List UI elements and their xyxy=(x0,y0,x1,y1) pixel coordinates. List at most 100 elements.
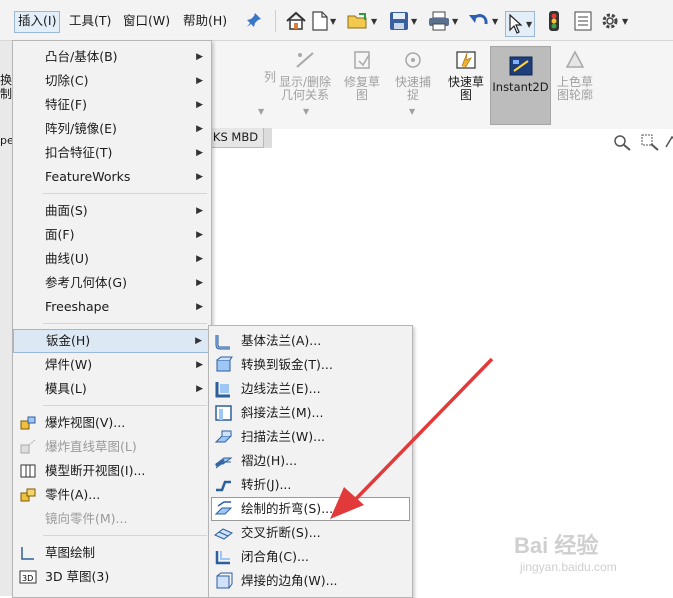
closed-corner-icon xyxy=(215,551,230,565)
sketched-bend-icon xyxy=(214,501,233,515)
gear-icon xyxy=(602,13,618,29)
menu-item-pattern-mirror[interactable]: 阵列/镜像(E) ▶ xyxy=(13,117,211,141)
menu-item-curve[interactable]: 曲线(U) ▶ xyxy=(13,247,211,271)
menu-item-weldments[interactable]: 焊件(W) ▶ xyxy=(13,353,211,377)
list-options-button[interactable] xyxy=(574,8,592,34)
model-break-view-icon xyxy=(20,464,36,478)
submenu-arrow-icon: ▶ xyxy=(196,302,203,312)
menu-item-part[interactable]: 零件(A)... xyxy=(13,483,211,507)
print-icon xyxy=(429,11,449,31)
traffic-light-button[interactable] xyxy=(548,8,560,34)
rapid-sketch-icon xyxy=(456,51,476,69)
rapid-sketch-label: 快速草图 xyxy=(447,75,484,102)
swept-flange-icon xyxy=(214,430,233,443)
zoom-area-icon[interactable] xyxy=(640,133,660,151)
menu-item-cut[interactable]: 切除(C) ▶ xyxy=(13,69,211,93)
repair-sketch-icon xyxy=(354,51,370,69)
jog-icon xyxy=(216,480,231,492)
menu-separator xyxy=(43,405,207,406)
convert-to-sheet-metal-icon xyxy=(216,356,233,372)
new-document-button[interactable]: ▼ xyxy=(312,8,336,34)
insert-dropdown-menu: 凸台/基体(B) ▶ 切除(C) ▶ 特征(F) ▶ 阵列/镜像(E) ▶ 扣合特征(T… xyxy=(12,40,212,598)
menu-item-sketch[interactable]: 草图绘制 xyxy=(13,541,211,565)
menu-item-3d-sketch[interactable]: 3D 3D 草图(3) xyxy=(13,565,211,589)
array-partial: 列 xyxy=(264,70,277,84)
save-icon xyxy=(390,12,408,30)
list-options-icon xyxy=(574,11,592,31)
menu-item-face[interactable]: 面(F) ▶ xyxy=(13,223,211,247)
show-delete-relations-button[interactable]: 显示/删除几何关系 xyxy=(276,49,334,102)
pin-icon[interactable] xyxy=(246,12,262,28)
menu-item-fastening-feature[interactable]: 扣合特征(T) ▶ xyxy=(13,141,211,165)
view-orientation-icon[interactable] xyxy=(664,133,673,151)
baidu-watermark: Bai 经验 xyxy=(514,533,599,558)
open-folder-button[interactable]: ▼ xyxy=(347,8,377,34)
menu-item-features[interactable]: 特征(F) ▶ xyxy=(13,93,211,117)
save-button[interactable]: ▼ xyxy=(389,8,417,34)
hem-icon xyxy=(214,457,233,469)
select-button[interactable]: ▼ xyxy=(505,11,536,37)
home-button[interactable] xyxy=(285,8,307,34)
miter-flange-icon xyxy=(215,405,232,421)
undo-button[interactable]: ▼ xyxy=(468,8,498,34)
welded-corner-icon xyxy=(216,572,233,589)
exploded-view-icon xyxy=(20,416,36,430)
submenu-arrow-icon: ▶ xyxy=(196,52,203,62)
menu-window[interactable]: 窗口(W) xyxy=(120,11,173,31)
submenu-item-welded-corner[interactable]: 焊接的边角(W)... xyxy=(209,569,412,593)
part-icon xyxy=(20,488,36,502)
menu-tools[interactable]: 工具(T) xyxy=(66,11,114,31)
menu-item-mirror-part: 镜向零件(M)... xyxy=(45,511,128,526)
menu-item-exploded-view[interactable]: 爆炸视图(V)... xyxy=(13,411,211,435)
tab-mbd[interactable]: KS MBD xyxy=(207,128,264,148)
svg-text:3D: 3D xyxy=(22,574,33,583)
submenu-item-closed-corner[interactable]: 闭合角(C)... xyxy=(209,545,412,569)
submenu-arrow-icon: ▶ xyxy=(196,254,203,264)
rapid-sketch-button[interactable]: 快速草图 xyxy=(446,49,486,102)
open-folder-icon xyxy=(347,13,367,29)
sketch-icon xyxy=(21,547,34,560)
instant2d-label: Instant2D xyxy=(492,80,549,94)
relations-icon xyxy=(296,52,314,68)
menu-item-surface[interactable]: 曲面(S) ▶ xyxy=(13,199,211,223)
new-document-icon xyxy=(312,11,328,31)
menu-item-reference-geometry[interactable]: 参考几何体(G) ▶ xyxy=(13,271,211,295)
menu-item-explode-line-sketch: 爆炸直线草图(L) xyxy=(13,435,211,459)
submenu-arrow-icon: ▶ xyxy=(196,230,203,240)
menu-item-boss-base[interactable]: 凸台/基体(B) ▶ xyxy=(13,45,211,69)
baidu-watermark-url: jingyan.baidu.com xyxy=(520,560,617,574)
submenu-arrow-icon: ▶ xyxy=(196,360,203,370)
menu-separator xyxy=(43,193,207,194)
instant2d-icon xyxy=(509,56,532,76)
zoom-fit-icon[interactable] xyxy=(612,133,632,151)
menu-item-sheet-metal[interactable]: 钣金(H) ▶ xyxy=(13,329,211,353)
print-button[interactable]: ▼ xyxy=(428,8,458,34)
instant2d-button[interactable]: Instant2D xyxy=(490,46,551,125)
submenu-arrow-icon: ▶ xyxy=(196,100,203,110)
3d-sketch-icon: 3D xyxy=(19,570,37,584)
options-button[interactable]: ▼ xyxy=(600,8,628,34)
submenu-arrow-icon: ▶ xyxy=(195,336,202,346)
repair-sketch-button[interactable]: 修复草图 xyxy=(340,49,384,102)
repair-sketch-label: 修复草图 xyxy=(343,75,380,102)
edge-flange-icon xyxy=(215,382,230,398)
menu-item-model-break-view[interactable]: 模型断开视图(I)... xyxy=(13,459,211,483)
quick-snap-button[interactable]: 快速捕捉 xyxy=(393,49,433,102)
menu-separator xyxy=(43,535,207,536)
menu-item-featureworks[interactable]: FeatureWorks ▶ xyxy=(13,165,211,189)
menu-bar: 插入(I) 工具(T) 窗口(W) 帮助(H) ▼ ▼ ▼ ▼ ▼ ▼ ▼ xyxy=(0,0,673,41)
menu-item-freeshape[interactable]: Freeshape ▶ xyxy=(13,295,211,319)
shade-contour-label: 上色草图轮廓 xyxy=(556,75,593,102)
menu-help[interactable]: 帮助(H) xyxy=(180,11,230,31)
annotation-arrow xyxy=(330,357,494,519)
left-partial-text-2: 制 xyxy=(0,87,13,101)
menu-item-molds[interactable]: 模具(L) ▶ xyxy=(13,377,211,401)
submenu-arrow-icon: ▶ xyxy=(196,384,203,394)
home-icon xyxy=(286,11,306,30)
shade-contour-button[interactable]: 上色草图轮廓 xyxy=(552,49,598,102)
submenu-arrow-icon: ▶ xyxy=(196,76,203,86)
menu-insert[interactable]: 插入(I) xyxy=(14,11,61,33)
submenu-item-base-flange[interactable]: 基体法兰(A)... xyxy=(209,329,412,353)
submenu-arrow-icon: ▶ xyxy=(196,124,203,134)
show-delete-relations-label: 显示/删除几何关系 xyxy=(278,75,332,102)
